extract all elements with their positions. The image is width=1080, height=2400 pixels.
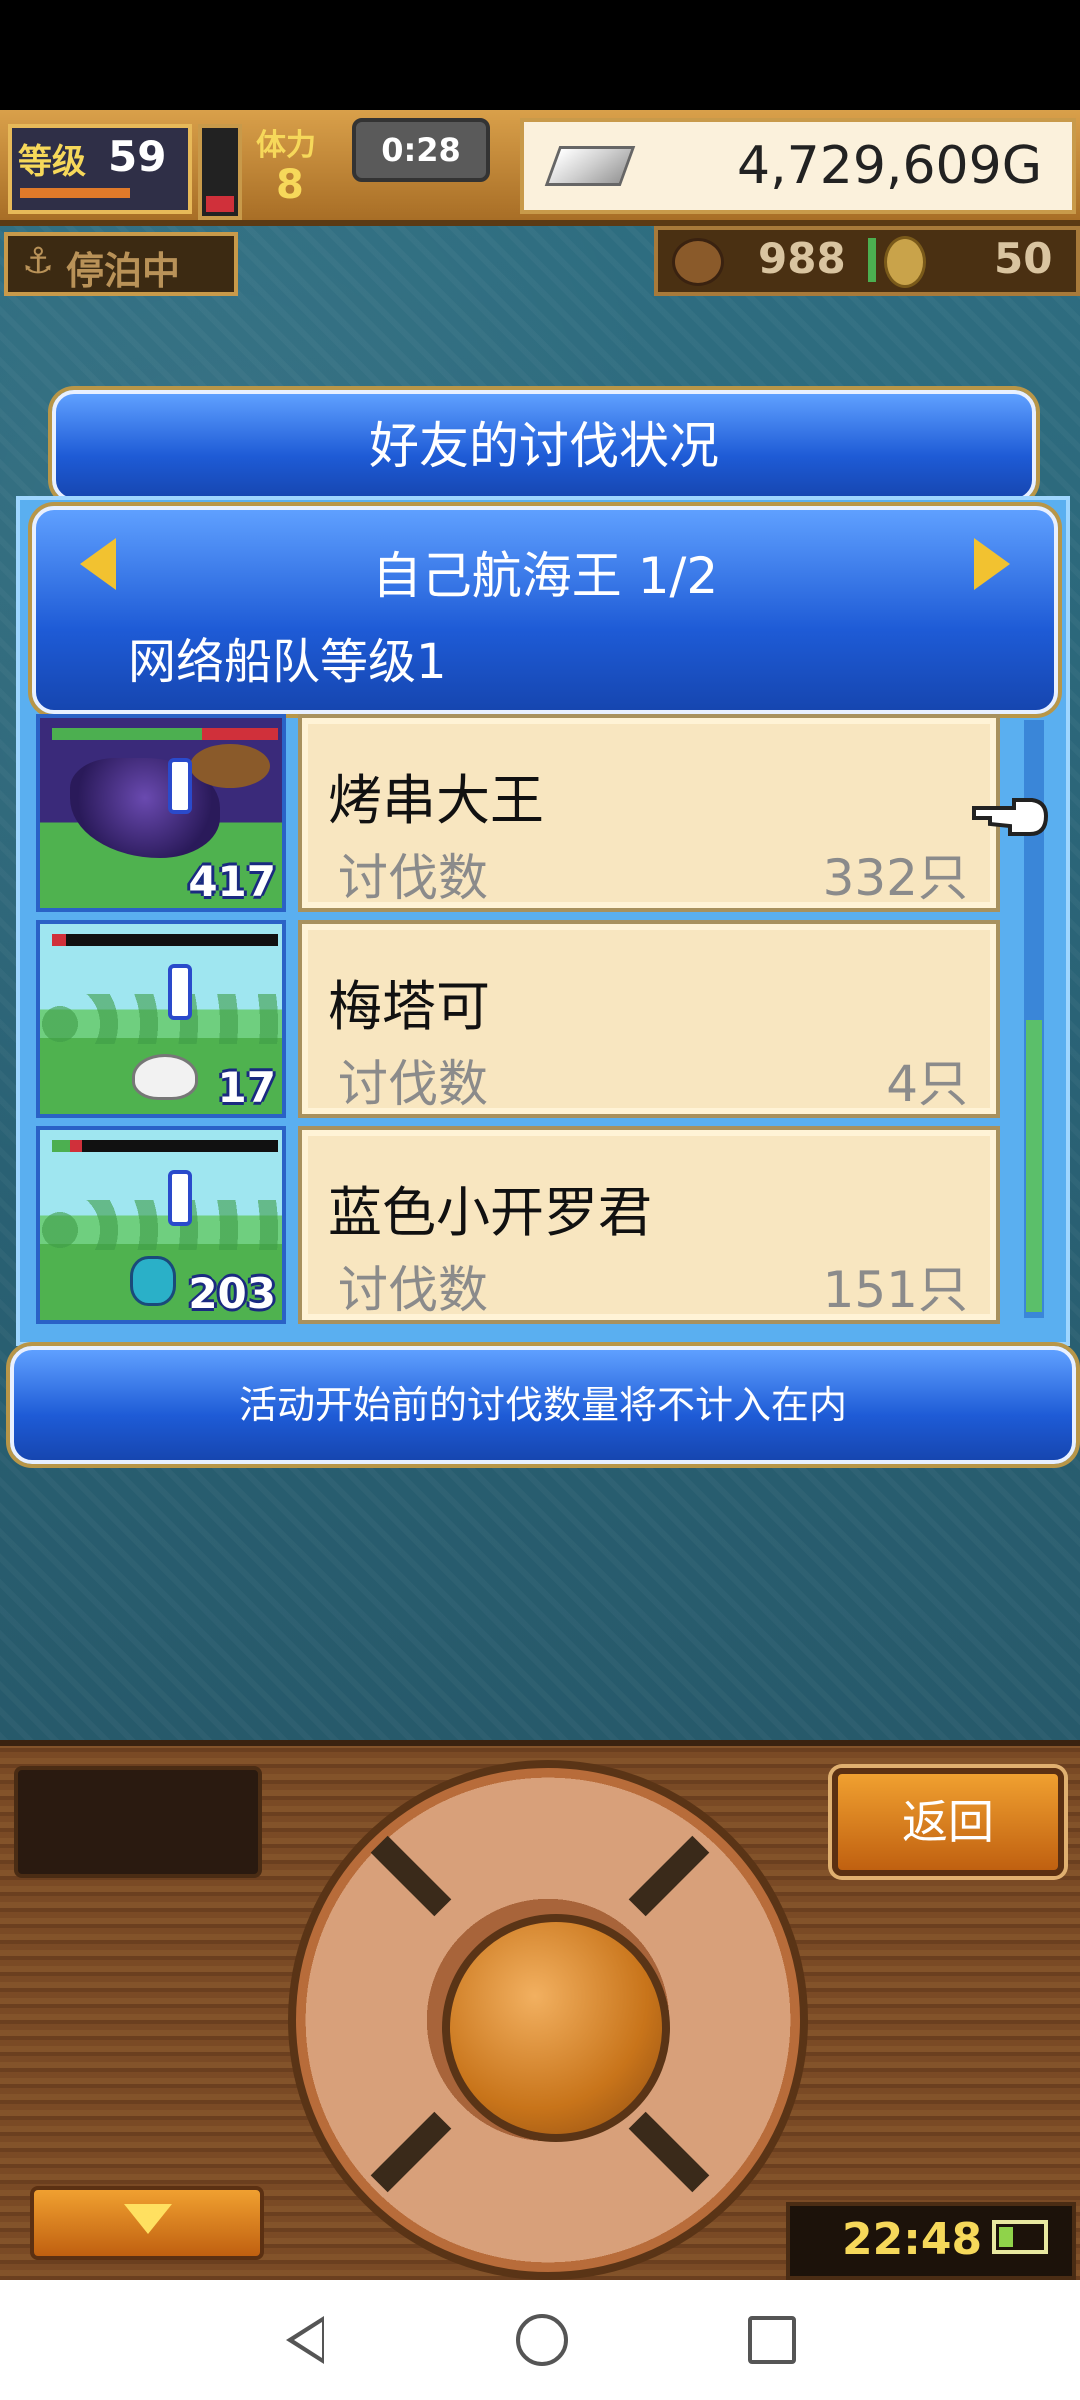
status-bar [0, 0, 1080, 110]
gold-value: 4,729,609G [737, 136, 1042, 196]
page-header: 自己航海王 1/2 网络船队等级1 [32, 506, 1058, 714]
enemy-hp-bar [52, 934, 278, 946]
ship-wheel-dpad[interactable] [288, 1760, 808, 2280]
friend-name: 烤串大王 [328, 769, 544, 832]
food-value: 988 [758, 234, 846, 283]
list-item[interactable]: 17 梅塔可 讨伐数 4只 [36, 920, 1002, 1118]
menu-down-button[interactable] [30, 2186, 264, 2260]
enemy-hp-fill [52, 728, 202, 740]
kill-total: 151只 [822, 1261, 968, 1319]
system-nav-bar [0, 2280, 1080, 2400]
battle-thumbnail: 203 [36, 1126, 286, 1324]
kill-count: 17 [217, 1063, 276, 1112]
resource-divider [868, 238, 876, 282]
enemy-hp-fill [52, 1140, 70, 1152]
battery-icon [992, 2220, 1048, 2254]
docked-status[interactable]: ⚓ 停泊中 [4, 232, 238, 296]
notice-text: 活动开始前的讨伐数量将不计入在内 [238, 1383, 847, 1427]
enemy-hp-bar [52, 1140, 278, 1152]
nav-home-icon[interactable] [516, 2314, 568, 2366]
blue-monster [130, 1256, 176, 1306]
clock-time: 22:48 [842, 2214, 983, 2265]
stamina-label: 体力 [256, 128, 316, 163]
enemy-hp-lost [70, 1140, 82, 1152]
kill-total: 4只 [886, 1055, 968, 1113]
battery-level [999, 2227, 1013, 2247]
friend-card: 烤串大王 讨伐数 332只 [298, 714, 1000, 912]
alert-icon [168, 964, 192, 1020]
level-exp-bar [20, 188, 130, 198]
enemy-hp-fill [52, 934, 66, 946]
gold-box: 4,729,609G [520, 118, 1076, 214]
top-hud: 等级 59 体力 8 0:28 4,729,609G [0, 110, 1080, 226]
level-label: 等级 [18, 142, 86, 182]
list-item[interactable]: 203 蓝色小开罗君 讨伐数 151只 [36, 1126, 1002, 1324]
pointer-hand-icon [972, 798, 1049, 836]
monster-wing [190, 744, 270, 788]
docked-status-label: 停泊中 [66, 249, 181, 293]
coin-icon [884, 236, 926, 288]
stamina-timer: 0:28 [352, 118, 490, 182]
resource-box: 988 50 [654, 226, 1080, 296]
dialog-panel: 自己航海王 1/2 网络船队等级1 417 烤串大王 讨伐数 332只 17 梅… [16, 496, 1070, 1346]
kill-total: 332只 [822, 849, 968, 907]
nav-back-icon-inner [294, 2322, 322, 2358]
nav-recents-icon[interactable] [748, 2316, 796, 2364]
hp-gauge-fill [206, 196, 234, 212]
level-box: 等级 59 [8, 124, 192, 214]
anchor-icon: ⚓ [21, 241, 55, 282]
chevron-down-icon [124, 2204, 172, 2234]
friend-card: 梅塔可 讨伐数 4只 [298, 920, 1000, 1118]
game-clock: 22:48 [786, 2202, 1076, 2280]
list-item[interactable]: 417 烤串大王 讨伐数 332只 [36, 714, 1002, 912]
tree-line [40, 994, 282, 1044]
hp-gauge [198, 124, 242, 220]
battle-thumbnail: 417 [36, 714, 286, 912]
food-icon [672, 238, 724, 286]
wheel-spoke [628, 2111, 710, 2193]
scrollbar-thumb[interactable] [1026, 1020, 1042, 1312]
wheel-spoke [628, 1835, 710, 1917]
back-button-label: 返回 [902, 1795, 994, 1849]
friend-card: 蓝色小开罗君 讨伐数 151只 [298, 1126, 1000, 1324]
kill-label: 讨伐数 [338, 849, 488, 907]
notice-bar: 活动开始前的讨伐数量将不计入在内 [10, 1346, 1076, 1464]
alert-icon [168, 1170, 192, 1226]
wheel-center-button[interactable] [442, 1914, 670, 2142]
friend-name: 蓝色小开罗君 [328, 1181, 652, 1244]
dialog-title-bar: 好友的讨伐状况 [52, 390, 1036, 502]
friend-name: 梅塔可 [328, 975, 490, 1038]
coin-value: 50 [994, 234, 1053, 283]
enemy-hp-bar [52, 728, 278, 740]
rabbit-monster [132, 1054, 198, 1100]
fleet-level: 网络船队等级1 [128, 634, 447, 690]
wheel-spoke [370, 2111, 452, 2193]
kill-count: 417 [188, 857, 276, 906]
wheel-spoke [370, 1835, 452, 1917]
tree-line [40, 1200, 282, 1250]
enemy-hp-lost [202, 728, 278, 740]
kill-count: 203 [188, 1269, 276, 1318]
stamina-value: 8 [276, 162, 304, 208]
kill-label: 讨伐数 [338, 1261, 488, 1319]
silver-bar-icon [544, 146, 636, 186]
page-title: 自己航海王 1/2 [371, 547, 719, 605]
battle-thumbnail: 17 [36, 920, 286, 1118]
kill-label: 讨伐数 [338, 1055, 488, 1113]
back-button[interactable]: 返回 [832, 1768, 1064, 1876]
level-value: 59 [108, 132, 167, 181]
empty-slot [14, 1766, 262, 1878]
dialog-title: 好友的讨伐状况 [369, 417, 719, 475]
alert-icon [168, 758, 192, 814]
